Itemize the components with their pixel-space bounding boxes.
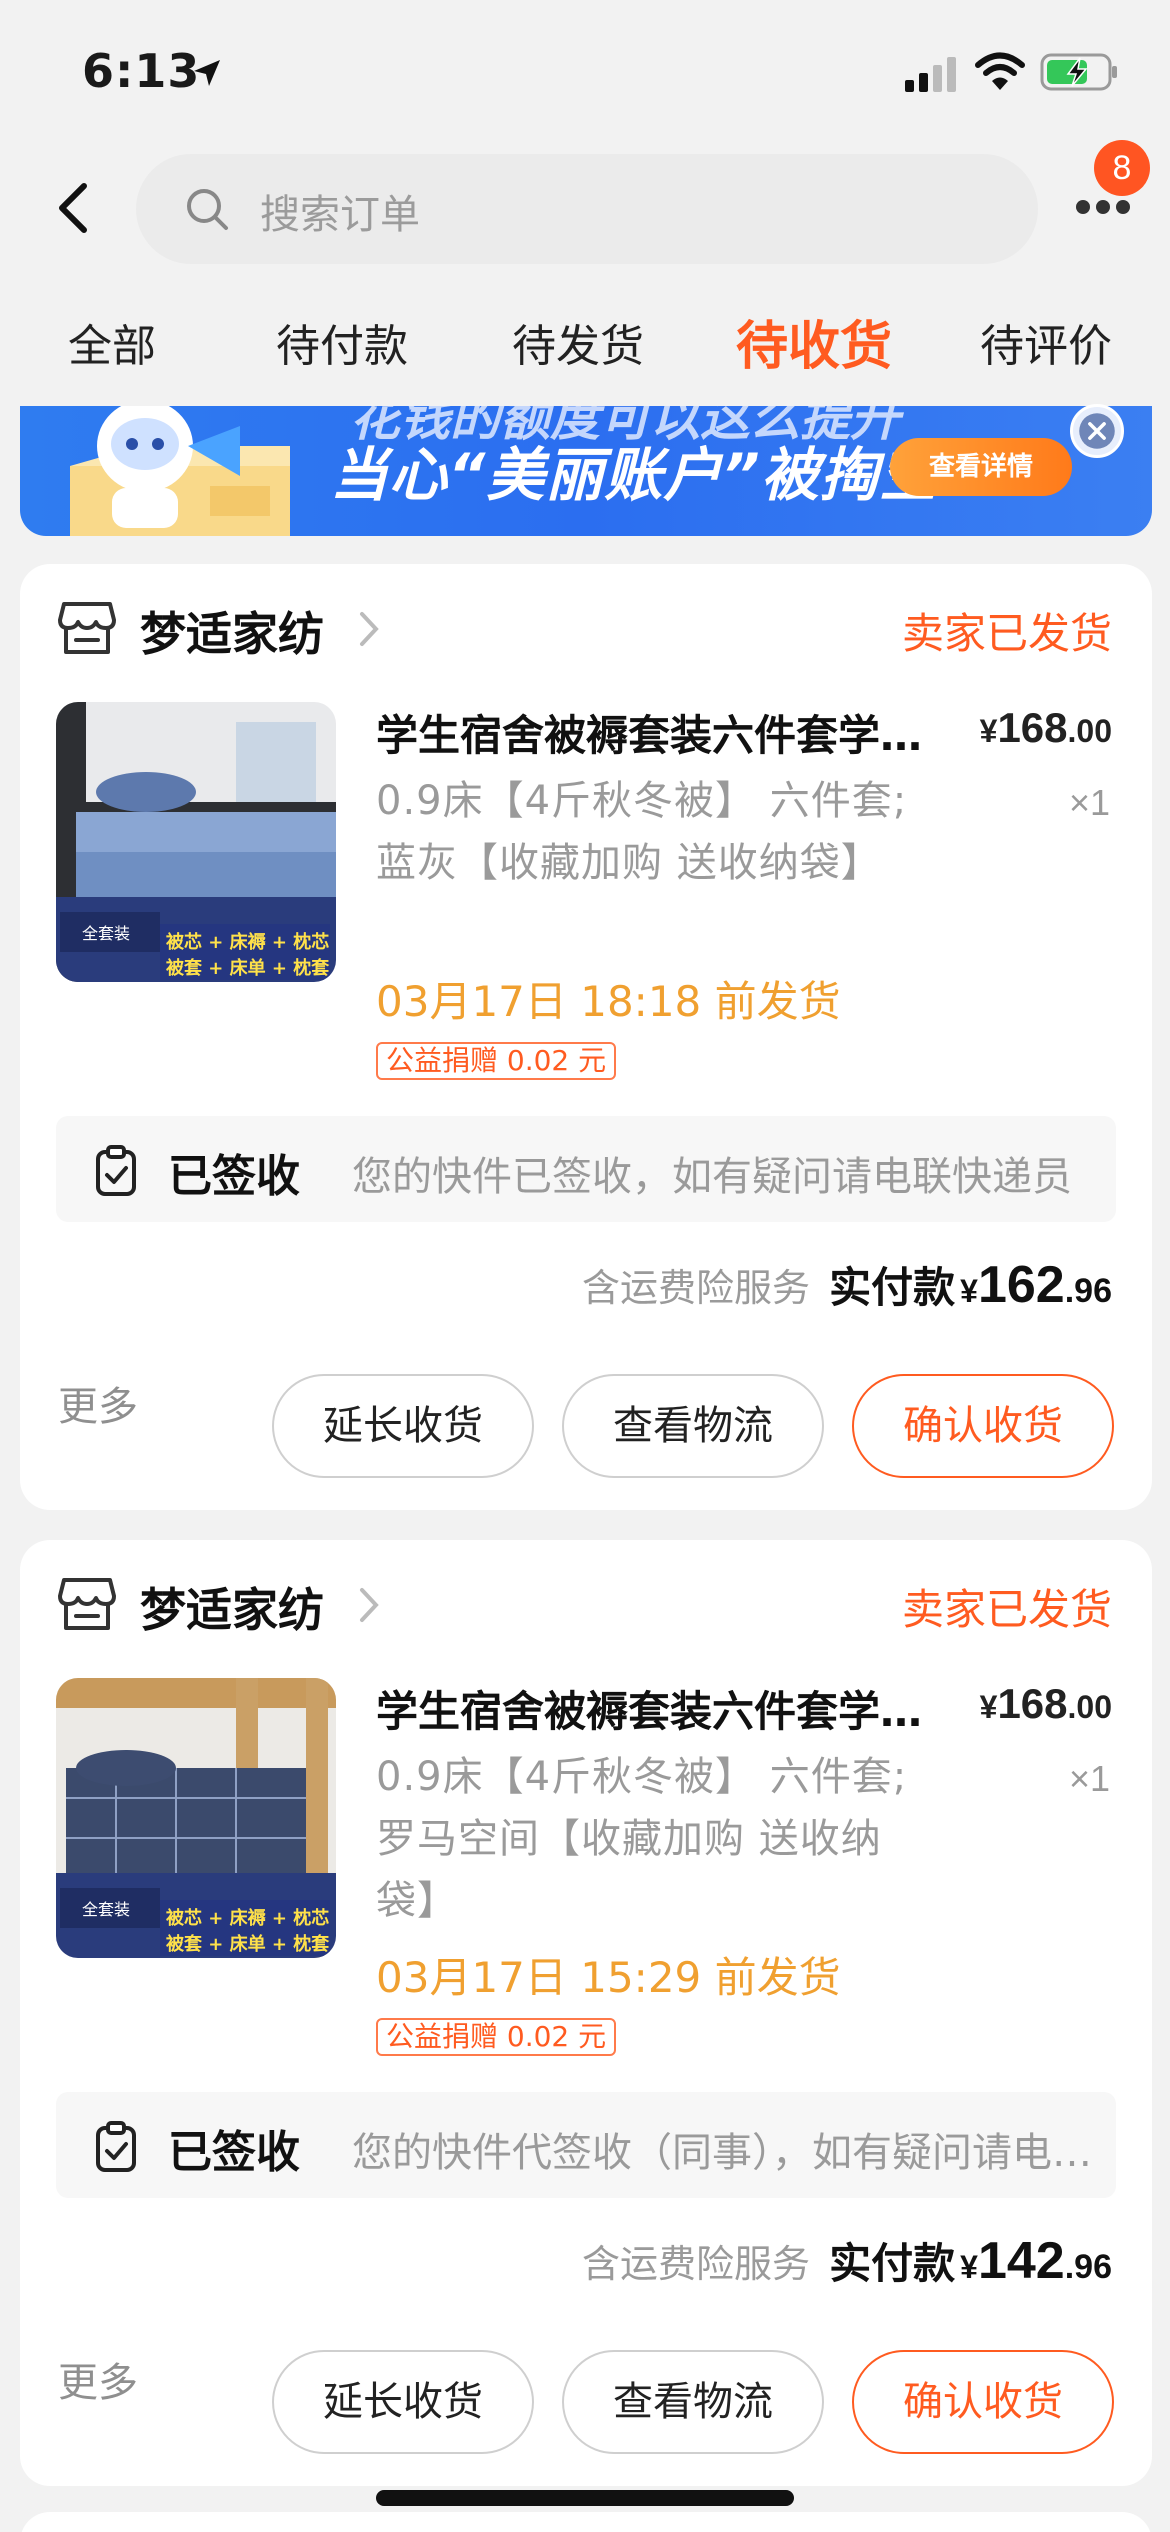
image-caption: 被套 + 床单 + 枕套 [166,958,330,979]
payment-summary: 含运费险服务 实付款 ¥142.96 [582,2230,1112,2291]
logistics-summary[interactable]: 已签收 您的快件代签收（同事），如有疑问请电联快递员 [56,2092,1116,2198]
next-order-card-edge [20,2512,1152,2532]
charity-tag: 公益捐赠 0.02 元 [376,2018,617,2056]
status-bar: 6:13 [0,0,1170,140]
paid-label: 实付款 [829,1263,956,1312]
tab-pending-review[interactable]: 待评价 [980,310,1112,374]
cellular-signal-icon [905,57,956,92]
view-logistics-button[interactable]: 查看物流 [562,1374,824,1478]
tab-pending-payment[interactable]: 待付款 [276,310,408,374]
tab-all[interactable]: 全部 [68,310,156,374]
paid-label: 实付款 [829,2239,956,2288]
battery-charging-icon [1040,53,1117,91]
more-link[interactable]: 更多 [58,2350,138,2408]
banner-mascot-illustration [70,406,290,536]
view-logistics-button[interactable]: 查看物流 [562,2350,824,2454]
logistics-detail: 您的快件代签收（同事），如有疑问请电联快递员 [352,2130,1092,2176]
location-arrow-icon [194,60,220,86]
status-time: 6:13 [82,44,201,98]
store-icon [58,602,116,654]
confirm-receipt-button[interactable]: 确认收货 [852,1374,1114,1478]
image-caption: 被套 + 床单 + 枕套 [166,1934,330,1955]
order-tabs: 全部 待付款 待发货 待收货 待评价 [0,310,1170,400]
product-quantity: ×1 [1068,782,1110,823]
insurance-label: 含运费险服务 [581,1266,810,1310]
image-badge: 全套装 [82,1900,131,1919]
product-sku: 0.9床【4斤秋冬被】 六件套;蓝灰【收藏加购 送收纳袋】 [376,778,908,886]
banner-details-button[interactable]: 查看详情 [890,438,1072,496]
confirm-receipt-button[interactable]: 确认收货 [852,2350,1114,2454]
image-caption: 被芯 + 床褥 + 枕芯 [166,932,330,953]
clipboard-check-icon [96,2121,136,2172]
tab-pending-shipment[interactable]: 待发货 [512,310,644,374]
store-icon [58,1578,116,1630]
image-badge: 全套装 [82,924,131,943]
chevron-right-icon[interactable] [358,1586,380,1624]
notification-badge: 8 [1094,140,1150,196]
logistics-detail: 您的快件已签收，如有疑问请电联快递员 [352,1154,1072,1200]
more-link[interactable]: 更多 [58,1374,138,1432]
more-dots-icon [1076,200,1090,214]
product-title[interactable]: 学生宿舍被褥套装六件套学生宿舍被褥套装六件套 [376,1678,936,1739]
insurance-label: 含运费险服务 [581,2242,810,2286]
order-card: 梦适家纺 卖家已发货 全套装 被芯 + 床褥 + 枕芯 被套 + 床单 + 枕套… [20,1540,1152,2486]
search-input[interactable]: 搜索订单 [136,154,1038,264]
product-price: ¥168.00 [979,1680,1112,1727]
product-title[interactable]: 学生宿舍被褥套装六件套学生宿舍被褥套装六件套 [376,702,936,763]
search-placeholder: 搜索订单 [260,192,420,238]
product-sku: 0.9床【4斤秋冬被】 六件套;罗马空间【收藏加购 送收纳袋】 [376,1754,908,1924]
wifi-icon [975,52,1025,90]
search-icon [187,189,228,230]
product-quantity: ×1 [1068,1758,1110,1799]
logistics-summary[interactable]: 已签收 您的快件已签收，如有疑问请电联快递员 [56,1116,1116,1222]
banner-close-icon[interactable] [1070,404,1124,458]
charity-tag: 公益捐赠 0.02 元 [376,1042,617,1080]
banner-headline: 当心“美丽账户”被掏空 [330,441,938,509]
extend-receipt-button[interactable]: 延长收货 [272,2350,534,2454]
product-image[interactable]: 全套装 被芯 + 床褥 + 枕芯 被套 + 床单 + 枕套 [56,702,336,982]
ship-deadline: 03月17日 18:18 前发货 [376,977,841,1026]
chevron-right-icon[interactable] [358,610,380,648]
promo-banner[interactable]: 花钱的额度可以这么提升 当心“美丽账户”被掏空 查看详情 [20,406,1152,536]
store-name[interactable]: 梦适家纺 [140,1574,324,1640]
paid-amount: ¥162.96 [960,1255,1112,1314]
logistics-status: 已签收 [168,2127,300,2178]
tab-pending-receipt[interactable]: 待收货 [736,304,892,379]
paid-amount: ¥142.96 [960,2231,1112,2290]
product-image[interactable]: 全套装 被芯 + 床褥 + 枕芯 被套 + 床单 + 枕套 [56,1678,336,1958]
back-button[interactable] [50,180,94,236]
ship-deadline: 03月17日 15:29 前发货 [376,1953,841,2002]
clipboard-check-icon [96,1145,136,1196]
order-card: 梦适家纺 卖家已发货 全套装 被芯 + 床褥 + 枕芯 被套 + 床单 + 枕套… [20,564,1152,1510]
logistics-status: 已签收 [168,1151,300,1202]
store-name[interactable]: 梦适家纺 [140,598,324,664]
product-price: ¥168.00 [979,704,1112,751]
payment-summary: 含运费险服务 实付款 ¥162.96 [582,1254,1112,1315]
extend-receipt-button[interactable]: 延长收货 [272,1374,534,1478]
home-indicator[interactable] [376,2490,794,2506]
image-caption: 被芯 + 床褥 + 枕芯 [166,1908,330,1929]
order-status: 卖家已发货 [901,609,1112,658]
order-status: 卖家已发货 [901,1585,1112,1634]
